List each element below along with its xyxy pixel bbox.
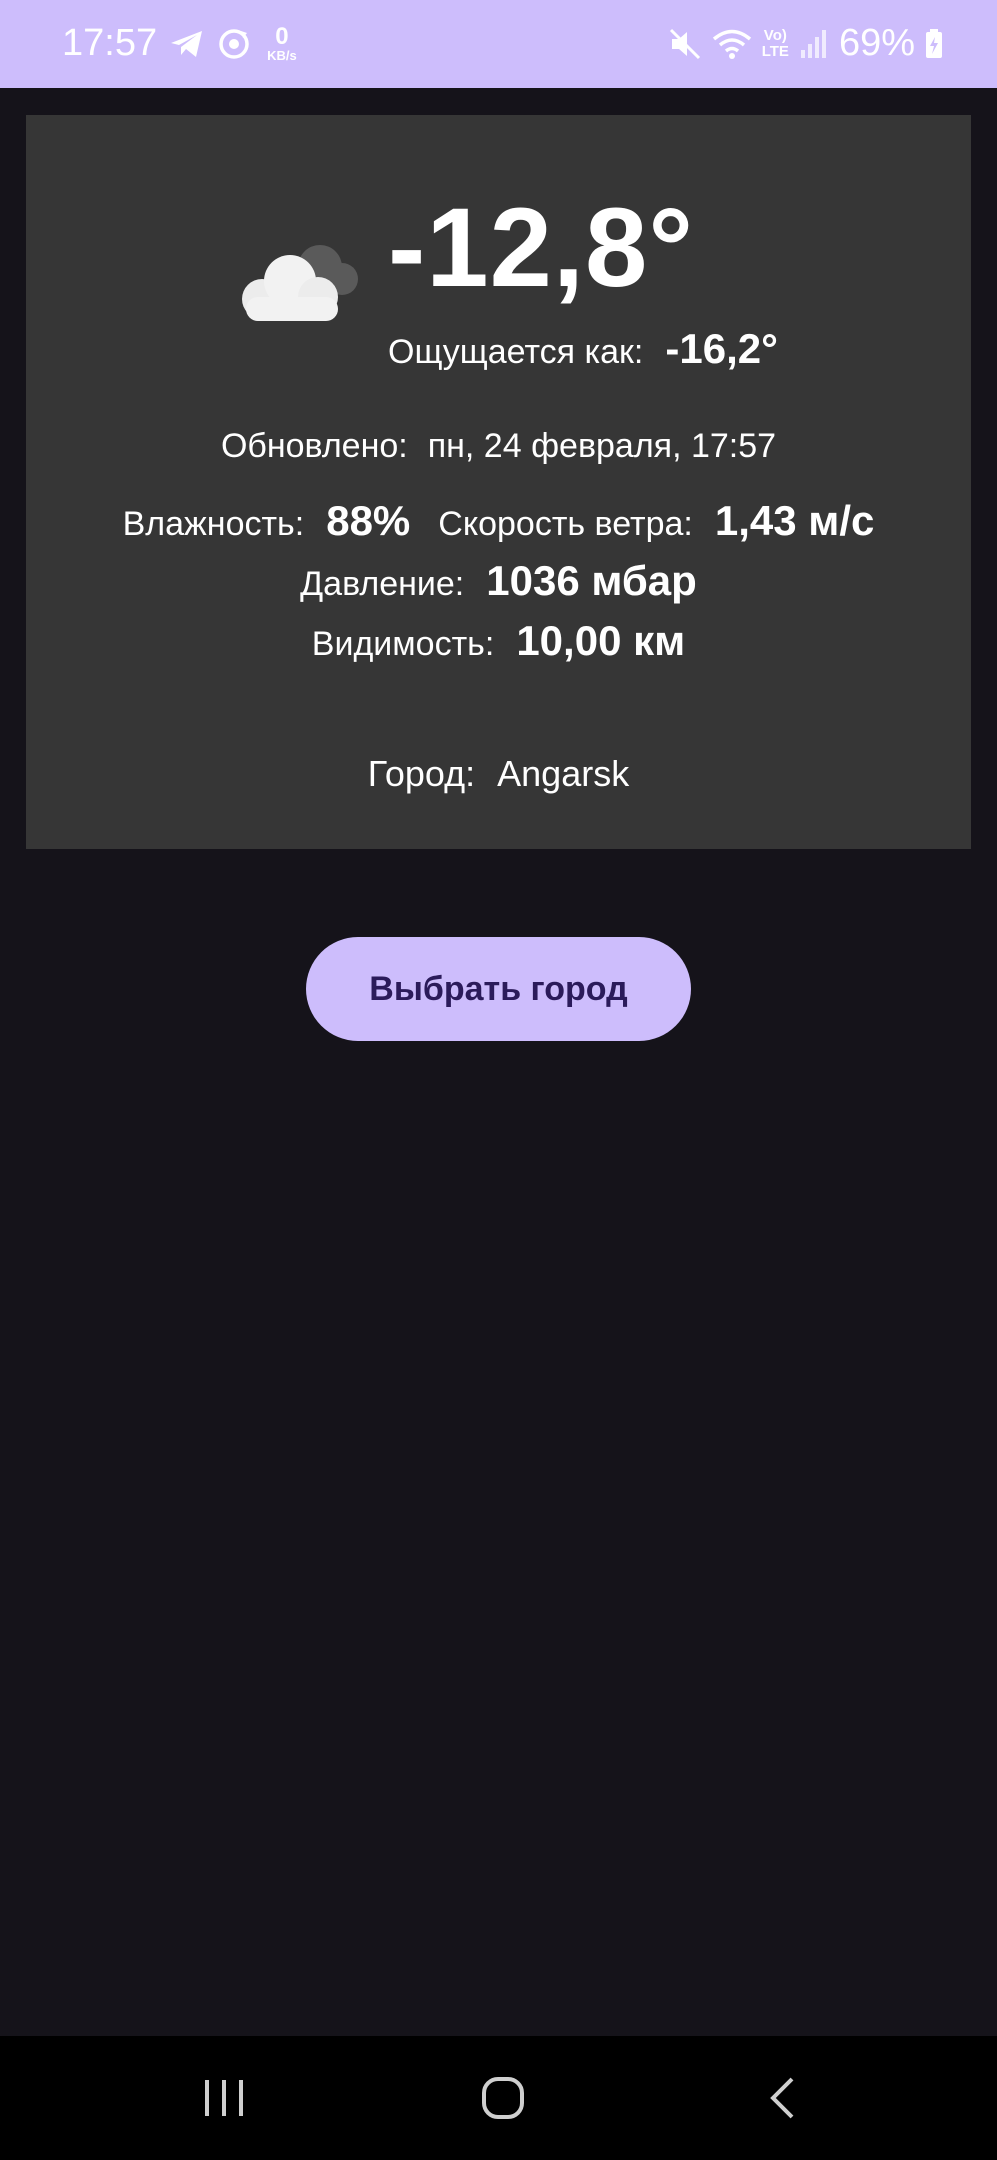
- status-time: 17:57: [62, 22, 158, 64]
- recent-apps-button[interactable]: [184, 2068, 264, 2128]
- temperature: -12,8°: [388, 185, 695, 310]
- choose-city-button[interactable]: Выбрать город: [306, 937, 691, 1041]
- wifi-icon: [712, 28, 752, 60]
- status-left: 17:57 0 KB/s: [62, 22, 297, 65]
- volte-bottom: LTE: [761, 42, 789, 60]
- back-icon: [766, 2076, 798, 2120]
- updated-value: пн, 24 февраля, 17:57: [427, 427, 777, 465]
- network-speed: 0 KB/s: [267, 23, 297, 63]
- battery-icon: [925, 28, 943, 59]
- recent-apps-icon: [202, 2078, 246, 2118]
- visibility-value: 10,00 км: [516, 617, 686, 664]
- pressure-row: Давление: 1036 мбар: [26, 557, 971, 605]
- network-speed-value: 0: [275, 23, 289, 50]
- city-label: Город:: [367, 753, 476, 794]
- updated-row: Обновлено: пн, 24 февраля, 17:57: [26, 427, 971, 466]
- sync-icon: [217, 27, 251, 61]
- back-button[interactable]: [742, 2068, 822, 2128]
- visibility-label: Видимость:: [311, 625, 495, 663]
- feels-like-value: -16,2°: [665, 325, 778, 372]
- humidity-value: 88%: [326, 497, 411, 544]
- pressure-value: 1036 мбар: [486, 557, 697, 604]
- home-icon: [481, 2076, 525, 2120]
- battery-percent: 69%: [838, 22, 915, 64]
- humidity-wind-row: Влажность: 88% Скорость ветра: 1,43 м/с: [26, 497, 971, 545]
- feels-like-label: Ощущается как:: [388, 333, 644, 371]
- signal-icon: [799, 28, 829, 60]
- visibility-row: Видимость: 10,00 км: [26, 617, 971, 665]
- status-right: Vo) LTE 69%: [668, 22, 943, 65]
- status-bar: 17:57 0 KB/s Vo) LTE 69%: [0, 0, 997, 88]
- feels-like-row: Ощущается как: -16,2°: [388, 325, 778, 373]
- cloud-icon: [224, 227, 374, 337]
- navigation-bar: [0, 2036, 997, 2160]
- wind-label: Скорость ветра:: [438, 505, 693, 543]
- pressure-label: Давление:: [300, 565, 465, 603]
- city-row: Город: Angarsk: [26, 753, 971, 795]
- mute-icon: [668, 27, 702, 61]
- home-button[interactable]: [463, 2068, 543, 2128]
- volte-top: Vo): [763, 26, 787, 44]
- updated-label: Обновлено:: [220, 427, 408, 465]
- weather-card: -12,8° Ощущается как: -16,2° Обновлено: …: [26, 115, 971, 849]
- humidity-label: Влажность:: [122, 505, 305, 543]
- city-value: Angarsk: [497, 753, 630, 794]
- telegram-icon: [169, 28, 205, 60]
- wind-value: 1,43 м/с: [714, 497, 875, 544]
- network-speed-unit: KB/s: [267, 48, 297, 63]
- volte-indicator: Vo) LTE: [761, 26, 789, 60]
